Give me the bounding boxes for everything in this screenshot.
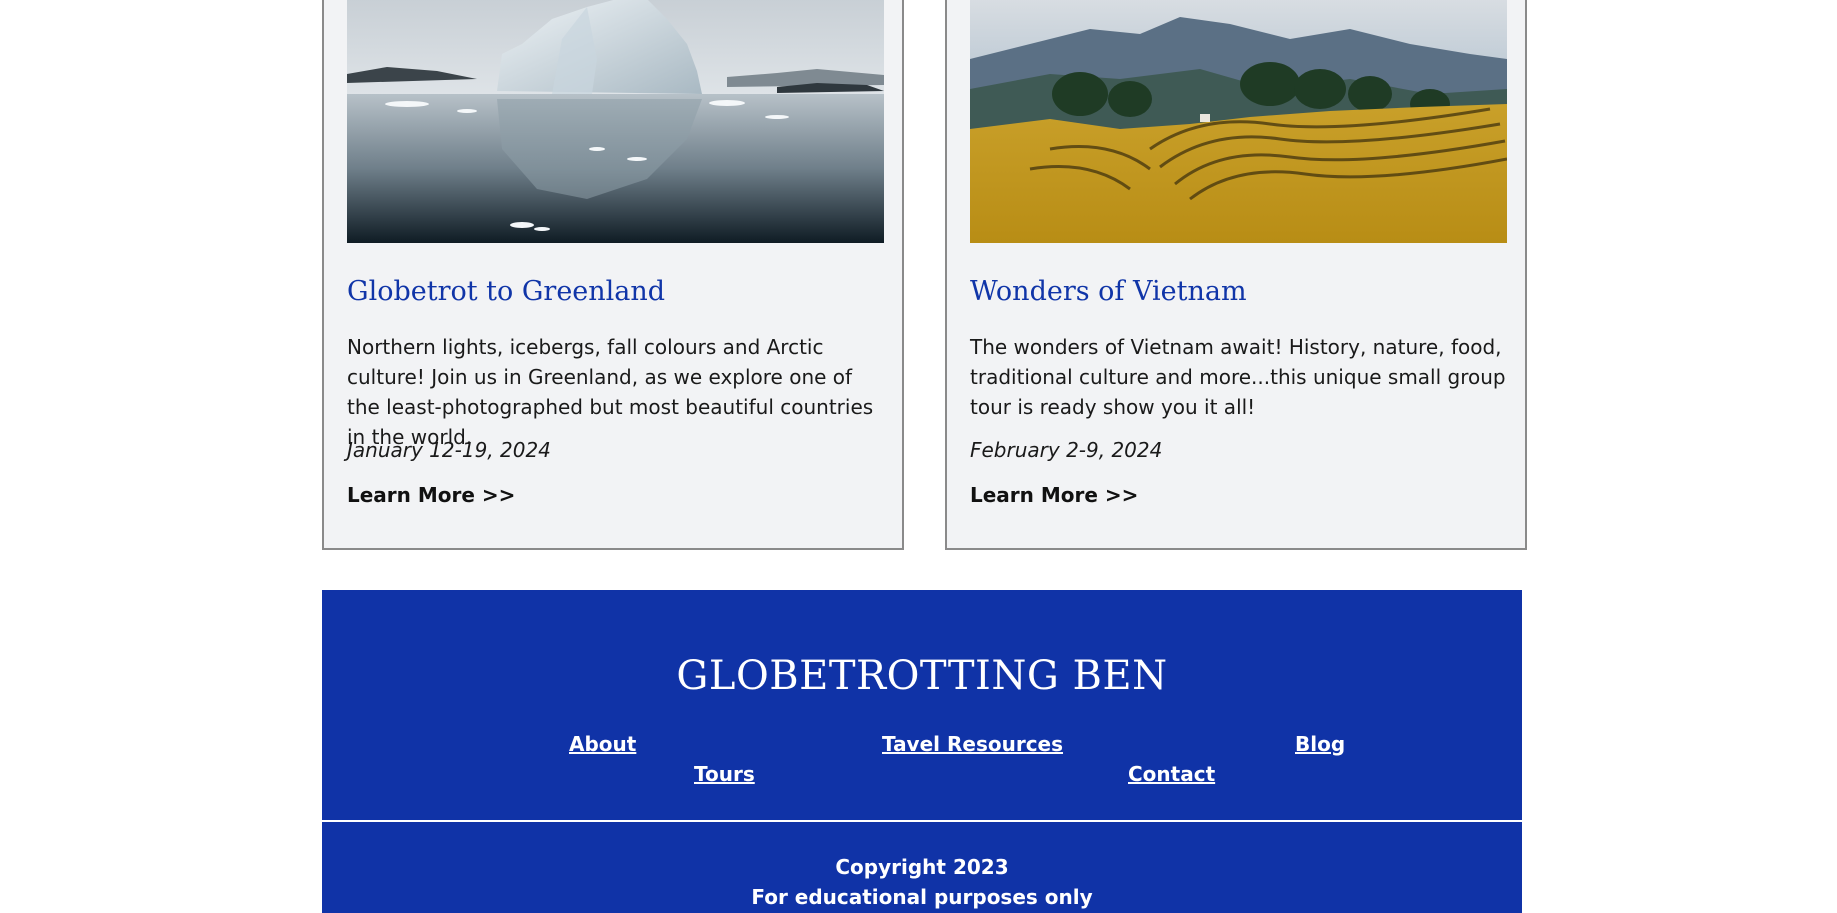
footer-link-about[interactable]: About: [569, 732, 636, 756]
footer-link-travel-resources[interactable]: Tavel Resources: [882, 732, 1063, 756]
card-title: Wonders of Vietnam: [970, 276, 1247, 307]
site-footer: GLOBETROTTING BEN About Tavel Resources …: [322, 590, 1522, 913]
learn-more-link[interactable]: Learn More >>: [347, 483, 515, 507]
tour-card-greenland: Globetrot to Greenland Northern lights, …: [322, 0, 904, 550]
card-date: February 2-9, 2024: [970, 438, 1163, 462]
card-description: The wonders of Vietnam await! History, n…: [970, 335, 1506, 419]
vietnam-image[interactable]: [970, 0, 1507, 243]
footer-copyright: Copyright 2023: [835, 855, 1009, 879]
card-description: Northern lights, icebergs, fall colours …: [347, 335, 874, 449]
rice-terrace-illustration: [970, 0, 1507, 243]
footer-divider: [322, 820, 1522, 822]
card-title: Globetrot to Greenland: [347, 276, 666, 307]
footer-brand: GLOBETROTTING BEN: [676, 653, 1168, 699]
footer-link-tours[interactable]: Tours: [694, 762, 755, 786]
iceberg-illustration: [347, 0, 884, 243]
card-date: January 12-19, 2024: [347, 438, 551, 462]
footer-link-blog[interactable]: Blog: [1295, 732, 1345, 756]
tour-card-vietnam: Wonders of Vietnam The wonders of Vietna…: [945, 0, 1527, 550]
page: Globetrot to Greenland Northern lights, …: [0, 0, 1837, 913]
footer-link-contact[interactable]: Contact: [1128, 762, 1215, 786]
footer-disclaimer: For educational purposes only: [751, 885, 1093, 909]
greenland-image[interactable]: [347, 0, 884, 243]
learn-more-link[interactable]: Learn More >>: [970, 483, 1138, 507]
